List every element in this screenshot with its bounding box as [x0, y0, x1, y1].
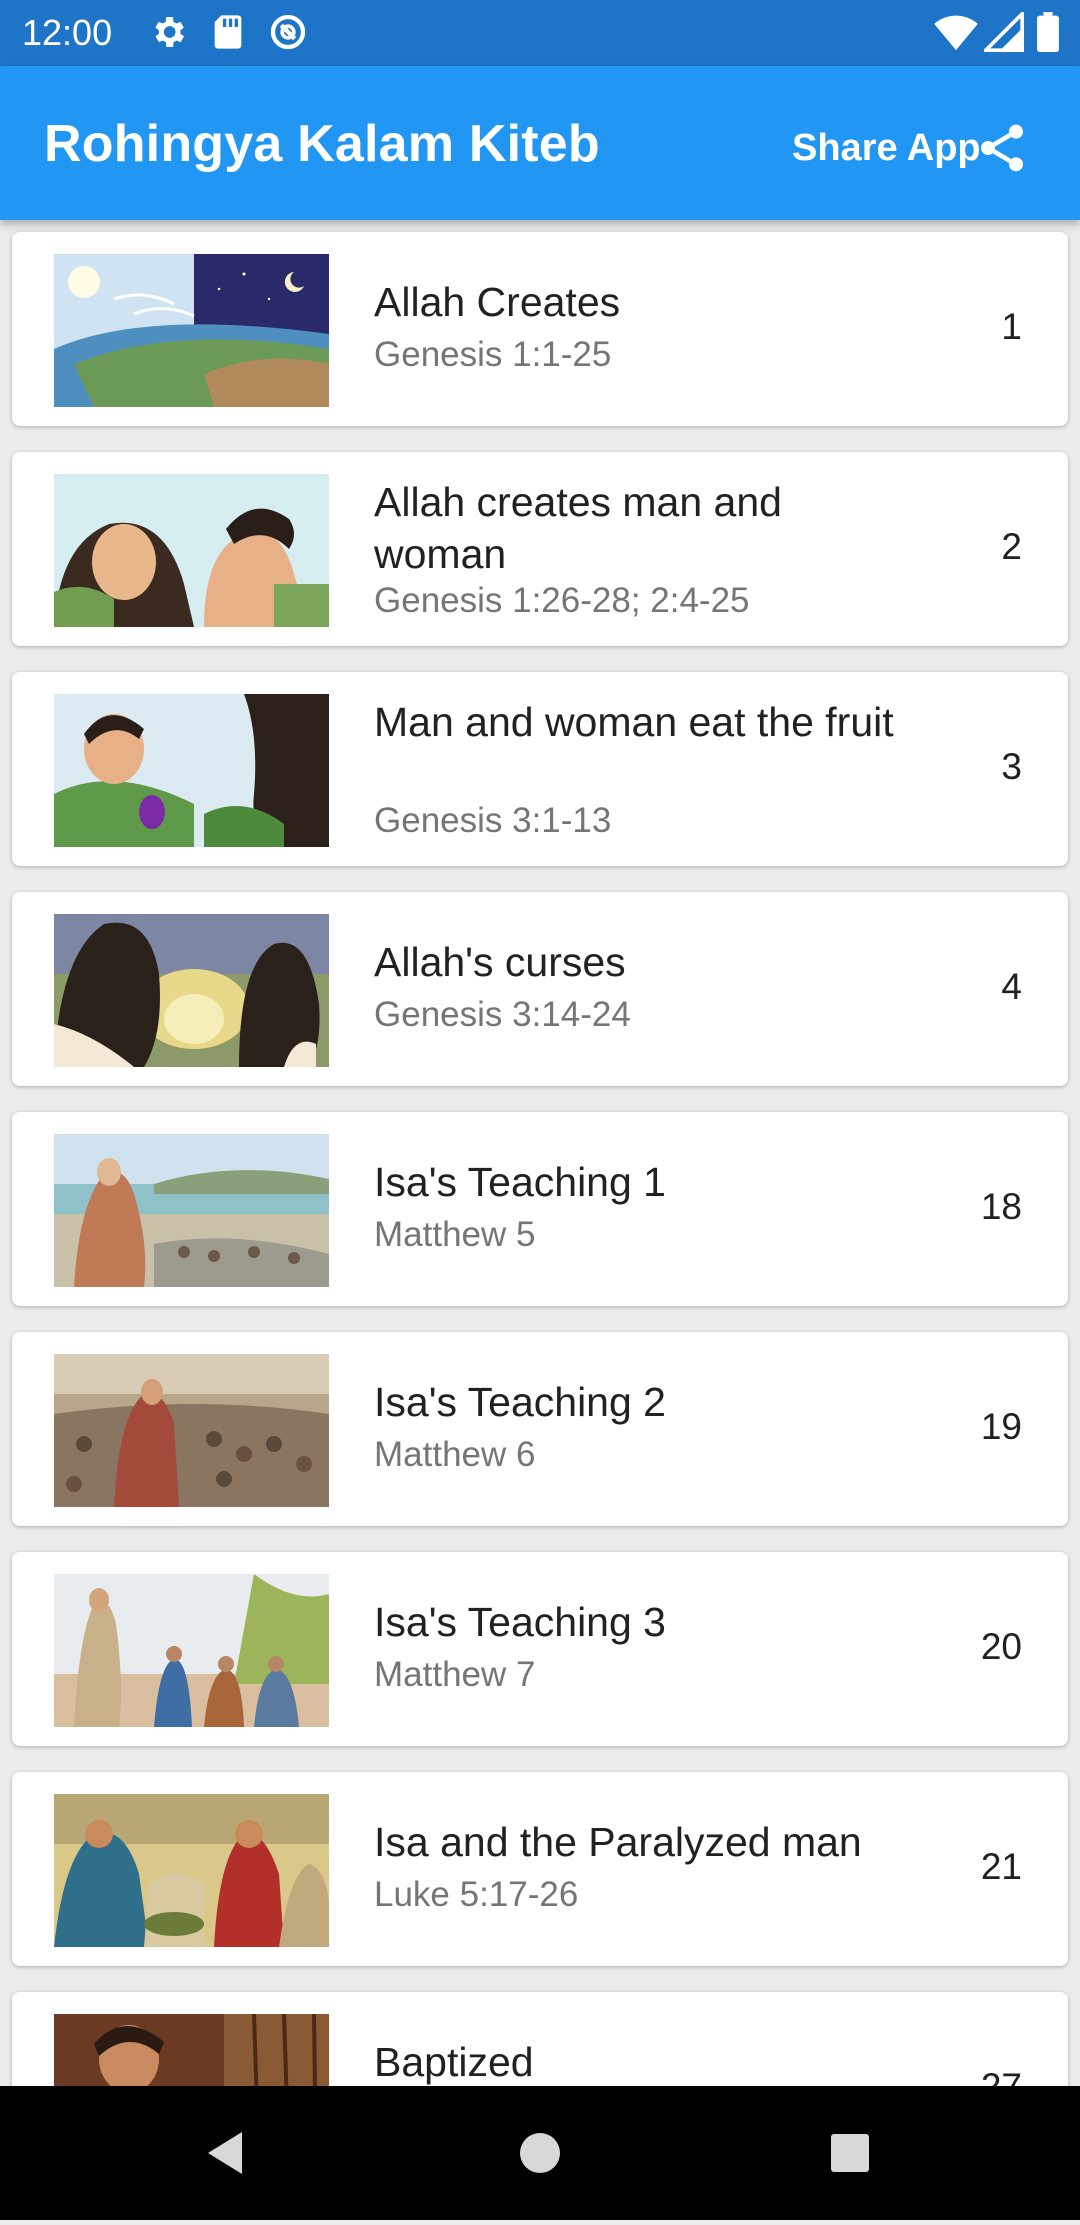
- story-title: Isa's Teaching 2: [374, 1379, 666, 1425]
- story-card[interactable]: Allah creates man and woman Genesis 1:26…: [12, 452, 1068, 646]
- share-app-label: Share App: [792, 127, 981, 169]
- story-thumbnail: [54, 2014, 329, 2086]
- wifi-icon: [934, 12, 978, 57]
- story-number: 20: [980, 1626, 1022, 1667]
- story-number: 4: [1001, 966, 1022, 1007]
- story-thumbnail: [54, 254, 329, 407]
- story-card[interactable]: Allah Creates Genesis 1:1-25 1: [12, 232, 1068, 426]
- navigation-bar: [0, 2086, 1080, 2220]
- story-reference: Genesis 3:14-24: [374, 995, 631, 1034]
- story-reference: Matthew 6: [374, 1435, 536, 1474]
- story-card[interactable]: Man and woman eat the fruit Genesis 3:1-…: [12, 672, 1068, 866]
- story-number: 19: [980, 1406, 1022, 1447]
- story-title: Man and woman eat the fruit: [374, 699, 894, 745]
- home-icon: [520, 2133, 560, 2173]
- story-reference: Genesis 1:26-28; 2:4-25: [374, 581, 750, 620]
- app-title: Rohingya Kalam Kiteb: [44, 115, 600, 173]
- share-app-button[interactable]: Share App: [776, 112, 1040, 182]
- story-reference: Genesis 1:1-25: [374, 335, 612, 374]
- recents-button[interactable]: [770, 2086, 930, 2220]
- story-thumbnail: [54, 1134, 329, 1287]
- app-bar: Rohingya Kalam Kiteb Share App: [0, 66, 1080, 220]
- story-card[interactable]: Baptized 27: [12, 1992, 1068, 2086]
- story-title: Allah Creates: [374, 279, 621, 325]
- story-card[interactable]: Isa's Teaching 2 Matthew 6 19: [12, 1332, 1068, 1526]
- story-card[interactable]: Isa's Teaching 3 Matthew 7 20: [12, 1552, 1068, 1746]
- vpn-icon: [268, 12, 308, 57]
- story-title: Isa's Teaching 1: [374, 1159, 666, 1205]
- battery-icon: [1036, 12, 1060, 57]
- sd-card-icon: [210, 12, 246, 57]
- story-title: Allah creates man and woman: [374, 479, 782, 577]
- story-reference: Genesis 3:1-13: [374, 801, 612, 840]
- story-thumbnail: [54, 1574, 329, 1727]
- story-number: 27: [981, 2064, 1022, 2086]
- story-thumbnail: [54, 694, 329, 847]
- story-title: Isa's Teaching 3: [374, 1599, 666, 1645]
- story-card[interactable]: Allah's curses Genesis 3:14-24 4: [12, 892, 1068, 1086]
- status-time: 12:00: [22, 12, 113, 53]
- gear-icon: [148, 12, 188, 57]
- story-title: Isa and the Paralyzed man: [374, 1819, 862, 1865]
- story-thumbnail: [54, 1794, 329, 1947]
- share-icon: [974, 120, 1030, 181]
- story-thumbnail: [54, 474, 329, 627]
- story-thumbnail: [54, 914, 329, 1067]
- home-button[interactable]: [460, 2086, 620, 2220]
- story-number: 2: [1001, 526, 1022, 567]
- story-thumbnail: [54, 1354, 329, 1507]
- story-number: 21: [980, 1846, 1022, 1887]
- story-number: 1: [1001, 306, 1022, 347]
- back-button[interactable]: [146, 2086, 306, 2220]
- story-number: 3: [1001, 746, 1022, 787]
- story-number: 18: [980, 1186, 1022, 1227]
- story-reference: Matthew 7: [374, 1655, 536, 1694]
- story-card[interactable]: Isa and the Paralyzed man Luke 5:17-26 2…: [12, 1772, 1068, 1966]
- story-reference: Luke 5:17-26: [374, 1875, 579, 1914]
- signal-icon: [981, 9, 1024, 57]
- story-card[interactable]: Isa's Teaching 1 Matthew 5 18: [12, 1112, 1068, 1306]
- story-title: Allah's curses: [374, 939, 626, 985]
- story-list[interactable]: Allah Creates Genesis 1:1-25 1 Allah cre…: [0, 220, 1080, 2086]
- back-icon: [208, 2132, 242, 2174]
- story-title: Baptized: [374, 2039, 534, 2085]
- status-bar: 12:00: [0, 0, 1080, 66]
- recents-icon: [831, 2134, 869, 2172]
- story-reference: Matthew 5: [374, 1215, 536, 1254]
